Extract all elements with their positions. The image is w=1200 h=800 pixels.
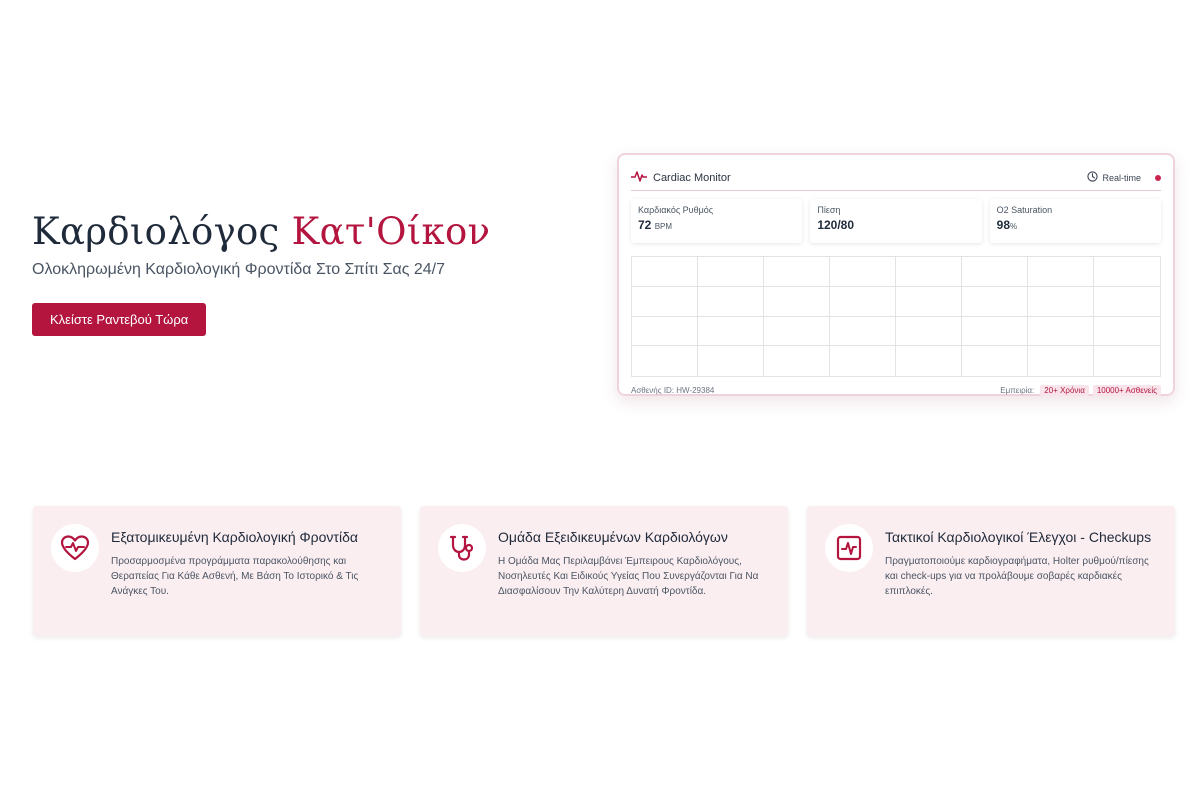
grid-cell <box>698 286 764 317</box>
grid-cell <box>1094 317 1160 347</box>
heart-pulse-icon <box>51 524 99 572</box>
feature-card: Ομάδα Εξειδικευμένων Καρδιολόγων Η Ομάδα… <box>420 506 788 636</box>
grid-cell <box>764 346 830 376</box>
metric-o2-saturation: O2 Saturation 98% <box>989 199 1161 243</box>
grid-cell <box>1028 346 1094 376</box>
metric-value: 120/80 <box>817 218 974 232</box>
metric-label: O2 Saturation <box>996 205 1053 215</box>
page: Καρδιολόγος Κατ'Οίκον Ολοκληρωμένη Καρδι… <box>0 0 1200 800</box>
monitor-title: Cardiac Monitor <box>653 171 731 184</box>
grid-cell <box>632 286 698 317</box>
grid-cell <box>632 257 698 287</box>
grid-cell <box>830 316 896 347</box>
grid-cell <box>764 316 830 347</box>
grid-cell <box>632 316 698 347</box>
grid-cell <box>698 257 764 287</box>
metric-number: 120/80 <box>817 218 855 232</box>
grid-cell <box>962 316 1028 347</box>
feature-body: Εξατομικευμένη Καρδιολογική Φροντίδα Προ… <box>111 526 387 599</box>
grid-cell <box>1094 346 1160 376</box>
live-indicator-dot <box>1155 174 1161 181</box>
feature-card: Τακτικοί Καρδιολογικοί Έλεγχοι - Checkup… <box>807 506 1175 636</box>
grid-cell <box>896 257 962 287</box>
patients-badge: 10000+ Ασθενείς <box>1092 384 1161 396</box>
grid-cell <box>1094 257 1160 287</box>
metrics-row: Καρδιακός Ρυθμός 72 BPM Πίεση 120/80 O2 … <box>631 199 1161 243</box>
grid-cell <box>764 286 830 317</box>
feature-description: Πραγματοποιούμε καρδιογραφήματα, Holter … <box>885 556 1149 597</box>
experience-badge: 20+ Χρόνια <box>1040 384 1089 396</box>
hero-section: Καρδιολόγος Κατ'Οίκον Ολοκληρωμένη Καρδι… <box>32 210 592 336</box>
ecg-grid <box>631 256 1161 377</box>
grid-cell <box>896 286 962 317</box>
metric-number: 98 <box>996 218 1011 232</box>
hero-title-main: Καρδιολόγος <box>32 210 292 253</box>
feature-description: Προσαρμοσμένα προγράμματα παρακολούθησης… <box>111 556 359 597</box>
monitor-title-group: Cardiac Monitor <box>630 169 731 187</box>
grid-cell <box>962 286 1028 317</box>
metric-value: 72 BPM <box>638 218 795 232</box>
feature-title: Ομάδα Εξειδικευμένων Καρδιολόγων <box>498 529 728 545</box>
metric-value: 98% <box>997 218 1154 232</box>
grid-cell <box>896 346 962 376</box>
grid-cell <box>962 257 1028 287</box>
patient-id: Ασθενής ID: HW-29384 <box>631 385 715 395</box>
grid-cell <box>830 286 896 317</box>
feature-body: Τακτικοί Καρδιολογικοί Έλεγχοι - Checkup… <box>885 526 1161 599</box>
realtime-label: Real-time <box>1102 172 1141 183</box>
metric-heart-rate: Καρδιακός Ρυθμός 72 BPM <box>631 199 803 243</box>
feature-description: Η Ομάδα Μας Περιλαμβάνει Έμπειρους Καρδι… <box>498 556 759 597</box>
hero-subtitle: Ολοκληρωμένη Καρδιολογική Φροντίδα Στο Σ… <box>32 261 446 278</box>
features-row: Εξατομικευμένη Καρδιολογική Φροντίδα Προ… <box>33 506 1176 636</box>
metric-number: 72 <box>638 218 652 232</box>
cardiac-monitor-card: Cardiac Monitor Real-time Καρδιακός Ρυθμ… <box>617 153 1175 396</box>
book-appointment-button[interactable]: Κλείστε Ραντεβού Τώρα <box>32 303 207 336</box>
experience-group: Εμπειρία: 20+ Χρόνια 10000+ Ασθενείς <box>1000 384 1161 396</box>
metric-blood-pressure: Πίεση 120/80 <box>810 199 982 243</box>
grid-cell <box>1028 316 1094 347</box>
feature-title: Εξατομικευμένη Καρδιολογική Φροντίδα <box>111 529 358 545</box>
heartbeat-icon <box>630 169 648 187</box>
ecg-monitor-icon <box>825 524 873 572</box>
grid-cell <box>1028 257 1094 287</box>
hero-title: Καρδιολόγος Κατ'Οίκον <box>32 210 592 253</box>
feature-title: Τακτικοί Καρδιολογικοί Έλεγχοι - Checkup… <box>885 529 1152 545</box>
monitor-header: Cardiac Monitor Real-time <box>630 165 1161 191</box>
stethoscope-icon <box>438 524 486 572</box>
grid-cell <box>830 346 896 376</box>
hero-title-accent: Κατ'Οίκον <box>291 210 491 253</box>
grid-cell <box>698 346 764 376</box>
grid-cell <box>896 316 962 347</box>
feature-body: Ομάδα Εξειδικευμένων Καρδιολόγων Η Ομάδα… <box>498 526 774 599</box>
feature-card: Εξατομικευμένη Καρδιολογική Φροντίδα Προ… <box>33 506 401 636</box>
grid-cell <box>962 346 1028 376</box>
clock-icon <box>1087 169 1099 187</box>
grid-cell <box>698 316 764 347</box>
grid-cell <box>830 257 896 287</box>
monitor-status-group: Real-time <box>1087 169 1161 187</box>
metric-label: Καρδιακός Ρυθμός <box>638 205 714 215</box>
metric-unit: % <box>1010 222 1018 231</box>
metric-unit: BPM <box>654 222 673 231</box>
grid-cell <box>764 257 830 287</box>
experience-label: Εμπειρία: <box>1000 385 1035 395</box>
monitor-footer: Ασθενής ID: HW-29384 Εμπειρία: 20+ Χρόνι… <box>631 384 1161 396</box>
grid-cell <box>1028 286 1094 317</box>
metric-label: Πίεση <box>817 205 841 215</box>
grid-cell <box>1094 287 1160 317</box>
grid-cell <box>632 346 698 376</box>
